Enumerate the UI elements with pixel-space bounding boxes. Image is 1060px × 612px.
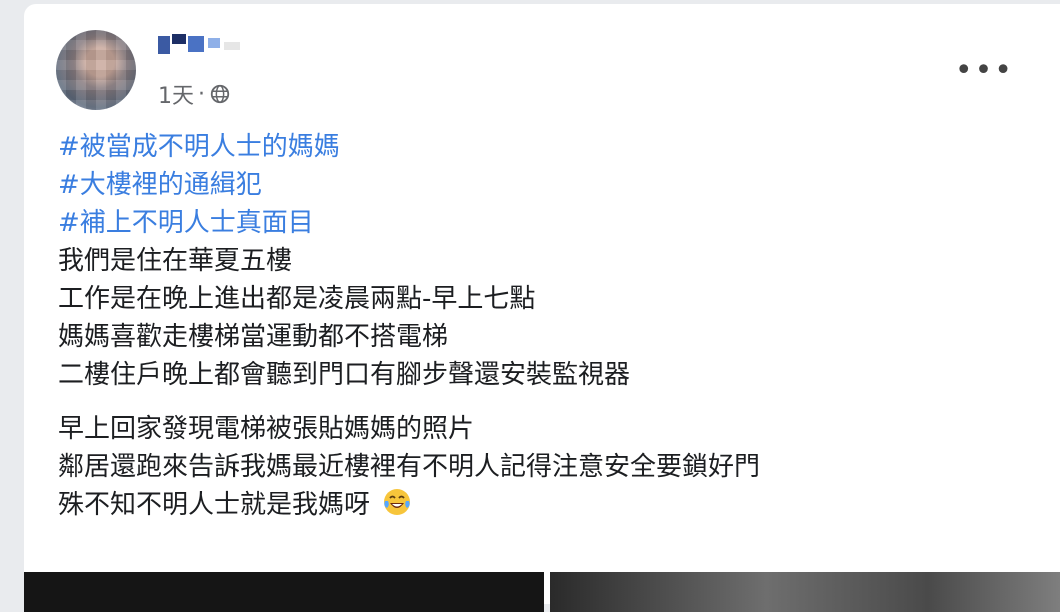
- blur-block: [158, 36, 170, 54]
- post-text-line: 殊不知不明人士就是我媽呀: [58, 490, 371, 520]
- blur-block: [188, 36, 204, 52]
- post-text-line: 工作是在晚上進出都是凌晨兩點-早上七點: [58, 284, 536, 314]
- post-card: 1天 · ••• #被當成不明人士的媽媽 #大樓裡的通緝犯 #補上不明人士真面目…: [24, 4, 1060, 612]
- post-photo-left[interactable]: [24, 572, 544, 612]
- author-name-blurred[interactable]: [158, 32, 248, 58]
- avatar[interactable]: [56, 30, 136, 110]
- post-text-line-last: 殊不知不明人士就是我媽呀: [58, 486, 760, 524]
- more-options-button[interactable]: •••: [955, 56, 1014, 86]
- meta-separator: ·: [198, 81, 205, 107]
- blur-block: [172, 34, 186, 44]
- post-text-line: 鄰居還跑來告訴我媽最近樓裡有不明人記得注意安全要鎖好門: [58, 452, 761, 482]
- post-meta: 1天 ·: [158, 78, 231, 110]
- hashtag-link[interactable]: #被當成不明人士的媽媽: [58, 128, 760, 166]
- hashtag-link[interactable]: #補上不明人士真面目: [58, 204, 760, 242]
- hashtag-link[interactable]: #大樓裡的通緝犯: [58, 166, 760, 204]
- post-text-line: 二樓住戶晚上都會聽到門口有腳步聲還安裝監視器: [58, 360, 631, 390]
- post-text-line: 媽媽喜歡走樓梯當運動都不搭電梯: [58, 322, 449, 352]
- blur-block: [224, 42, 240, 50]
- post-text-line: 早上回家發現電梯被張貼媽媽的照片: [58, 414, 475, 444]
- globe-icon[interactable]: [209, 83, 231, 105]
- post-text-line: 我們是住在華夏五樓: [58, 246, 293, 276]
- post-photo-right[interactable]: [550, 572, 1060, 612]
- laughing-tears-emoji-icon: [384, 489, 411, 515]
- blur-block: [208, 38, 220, 48]
- post-content: #被當成不明人士的媽媽 #大樓裡的通緝犯 #補上不明人士真面目 我們是住在華夏五…: [58, 128, 760, 524]
- post-time[interactable]: 1天: [158, 78, 194, 110]
